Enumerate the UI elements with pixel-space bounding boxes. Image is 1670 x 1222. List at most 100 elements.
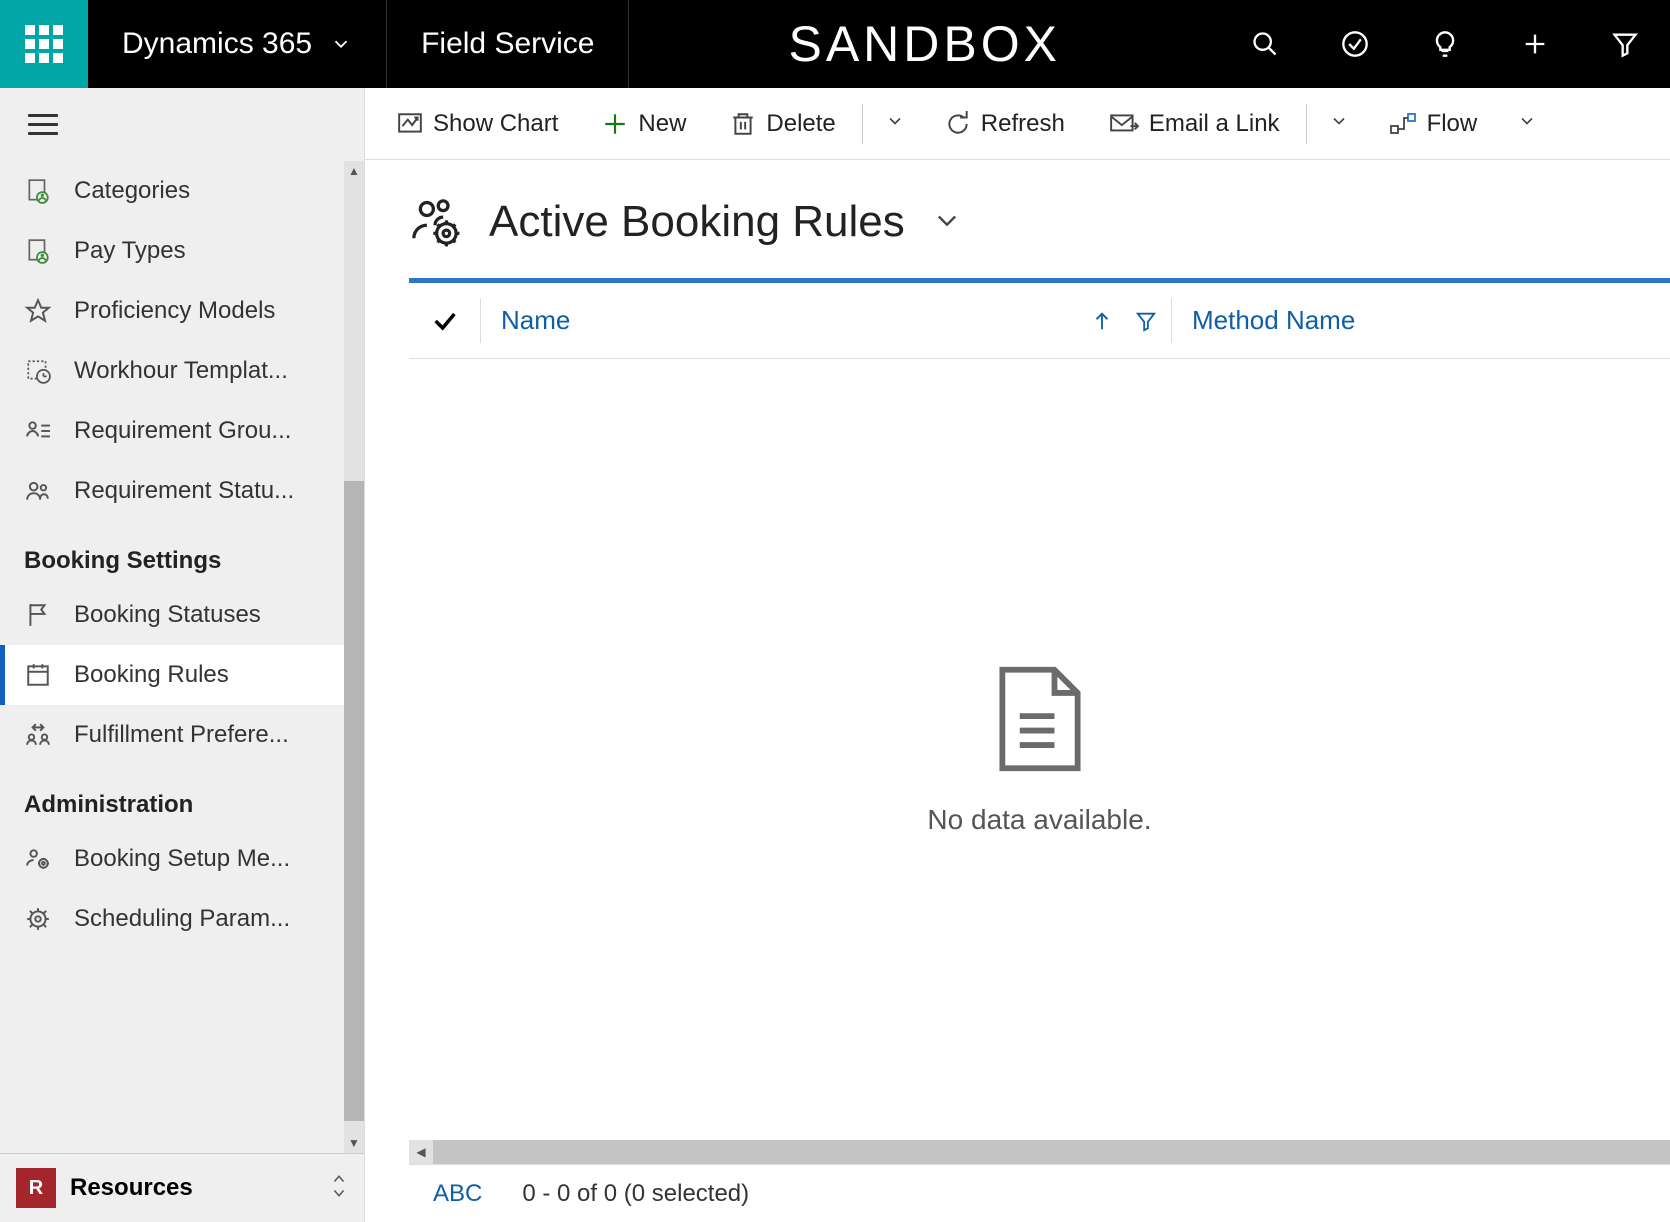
site-map-nav: ▲ ▼ Categories Pay Types Prof bbox=[0, 88, 365, 1222]
checkmark-icon bbox=[431, 307, 459, 335]
column-header-label: Method Name bbox=[1192, 305, 1355, 336]
nav-item-label: Pay Types bbox=[74, 237, 186, 265]
cmd-label: Refresh bbox=[981, 110, 1065, 138]
star-icon bbox=[24, 298, 52, 324]
search-button[interactable] bbox=[1220, 0, 1310, 88]
main-content: Show Chart New Delete Refresh Email a Li… bbox=[365, 88, 1670, 1222]
view-selector-chevron[interactable] bbox=[933, 206, 961, 239]
empty-state-text: No data available. bbox=[927, 804, 1151, 836]
paging-label: 0 - 0 of 0 (0 selected) bbox=[522, 1180, 749, 1208]
calendar-icon bbox=[24, 662, 52, 688]
people-swap-icon bbox=[24, 722, 52, 748]
nav-item-label: Workhour Templat... bbox=[74, 357, 288, 385]
nav-item-requirement-statuses[interactable]: Requirement Statu... bbox=[0, 461, 364, 521]
refresh-button[interactable]: Refresh bbox=[923, 88, 1087, 159]
nav-collapse-button[interactable] bbox=[0, 88, 364, 161]
waffle-icon bbox=[25, 25, 63, 63]
chart-icon bbox=[397, 111, 423, 137]
nav-item-scheduling-parameters[interactable]: Scheduling Param... bbox=[0, 889, 364, 949]
new-button[interactable]: New bbox=[580, 88, 708, 159]
column-header-method-name[interactable]: Method Name bbox=[1192, 305, 1355, 336]
search-icon bbox=[1251, 30, 1279, 58]
grid-footer: ABC 0 - 0 of 0 (0 selected) bbox=[409, 1164, 1670, 1222]
people-gear-icon bbox=[24, 846, 52, 872]
chevron-down-icon bbox=[1517, 111, 1537, 131]
nav-item-label: Requirement Statu... bbox=[74, 477, 294, 505]
view-header: Active Booking Rules bbox=[365, 160, 1670, 278]
nav-item-categories[interactable]: Categories bbox=[0, 161, 364, 221]
app-name-label: Dynamics 365 bbox=[122, 27, 312, 61]
cmd-label: Delete bbox=[766, 110, 835, 138]
nav-item-label: Categories bbox=[74, 177, 190, 205]
flow-button[interactable]: Flow bbox=[1367, 88, 1500, 159]
filter-button[interactable] bbox=[1580, 0, 1670, 88]
flag-icon bbox=[24, 602, 52, 628]
plus-icon bbox=[602, 111, 628, 137]
nav-item-booking-rules[interactable]: Booking Rules bbox=[0, 645, 364, 705]
email-link-splitbutton-chevron[interactable] bbox=[1311, 111, 1367, 136]
column-header-label: Name bbox=[501, 305, 570, 336]
column-header-name[interactable]: Name bbox=[481, 305, 1171, 336]
nav-group-administration: Administration bbox=[0, 765, 364, 829]
show-chart-button[interactable]: Show Chart bbox=[375, 88, 580, 159]
view-title: Active Booking Rules bbox=[489, 197, 905, 247]
trash-icon bbox=[730, 111, 756, 137]
document-badge-icon bbox=[24, 178, 52, 204]
column-divider[interactable] bbox=[1171, 298, 1172, 343]
delete-button[interactable]: Delete bbox=[708, 88, 857, 159]
area-switcher[interactable]: R Resources bbox=[0, 1153, 364, 1222]
nav-item-fulfillment-preferences[interactable]: Fulfillment Prefere... bbox=[0, 705, 364, 765]
area-label: Resources bbox=[70, 1174, 193, 1202]
chevron-down-icon bbox=[885, 111, 905, 131]
nav-item-pay-types[interactable]: Pay Types bbox=[0, 221, 364, 281]
nav-item-label: Scheduling Param... bbox=[74, 905, 290, 933]
check-circle-icon bbox=[1341, 30, 1369, 58]
filter-icon[interactable] bbox=[1135, 310, 1157, 332]
scroll-left-arrow-icon[interactable]: ◀ bbox=[409, 1140, 433, 1164]
nav-scrollbar[interactable]: ▲ ▼ bbox=[344, 161, 364, 1153]
flow-chevron[interactable] bbox=[1499, 111, 1555, 136]
email-link-button[interactable]: Email a Link bbox=[1087, 88, 1302, 159]
nav-item-workhour-templates[interactable]: Workhour Templat... bbox=[0, 341, 364, 401]
nav-item-proficiency-models[interactable]: Proficiency Models bbox=[0, 281, 364, 341]
command-bar: Show Chart New Delete Refresh Email a Li… bbox=[365, 88, 1670, 160]
add-button[interactable] bbox=[1490, 0, 1580, 88]
column-sort-filter-group bbox=[1091, 310, 1157, 332]
top-nav-bar: Dynamics 365 Field Service SANDBOX bbox=[0, 0, 1670, 88]
cmd-label: Email a Link bbox=[1149, 110, 1280, 138]
funnel-icon bbox=[1611, 30, 1639, 58]
nav-item-booking-setup-metadata[interactable]: Booking Setup Me... bbox=[0, 829, 364, 889]
scroll-down-arrow-icon[interactable]: ▼ bbox=[344, 1133, 364, 1153]
assistant-button[interactable] bbox=[1400, 0, 1490, 88]
calendar-clock-icon bbox=[24, 358, 52, 384]
divider bbox=[862, 104, 863, 144]
nav-item-label: Booking Rules bbox=[74, 661, 229, 689]
nav-item-requirement-groups[interactable]: Requirement Grou... bbox=[0, 401, 364, 461]
flow-icon bbox=[1389, 111, 1417, 137]
mail-icon bbox=[1109, 111, 1139, 137]
module-label: Field Service bbox=[421, 27, 594, 61]
document-badge-icon bbox=[24, 238, 52, 264]
nav-list: ▲ ▼ Categories Pay Types Prof bbox=[0, 161, 364, 1153]
cmd-label: Flow bbox=[1427, 110, 1478, 138]
horizontal-scrollbar[interactable]: ◀ bbox=[409, 1140, 1670, 1164]
alpha-index-button[interactable]: ABC bbox=[433, 1180, 482, 1208]
task-flow-button[interactable] bbox=[1310, 0, 1400, 88]
delete-splitbutton-chevron[interactable] bbox=[867, 111, 923, 136]
cmd-label: Show Chart bbox=[433, 110, 558, 138]
select-all-checkbox[interactable] bbox=[409, 298, 481, 343]
module-label-section[interactable]: Field Service bbox=[387, 0, 629, 88]
sort-ascending-icon[interactable] bbox=[1091, 310, 1113, 332]
scroll-thumb[interactable] bbox=[344, 481, 364, 1121]
people-icon bbox=[24, 478, 52, 504]
cmd-label: New bbox=[638, 110, 686, 138]
app-launcher-button[interactable] bbox=[0, 0, 88, 88]
chevron-down-icon bbox=[933, 206, 961, 234]
app-name-dropdown[interactable]: Dynamics 365 bbox=[88, 0, 387, 88]
scroll-up-arrow-icon[interactable]: ▲ bbox=[344, 161, 364, 181]
nav-item-booking-statuses[interactable]: Booking Statuses bbox=[0, 585, 364, 645]
lightbulb-icon bbox=[1431, 30, 1459, 58]
nav-item-label: Booking Statuses bbox=[74, 601, 261, 629]
nav-group-booking-settings: Booking Settings bbox=[0, 521, 364, 585]
nav-item-label: Booking Setup Me... bbox=[74, 845, 290, 873]
